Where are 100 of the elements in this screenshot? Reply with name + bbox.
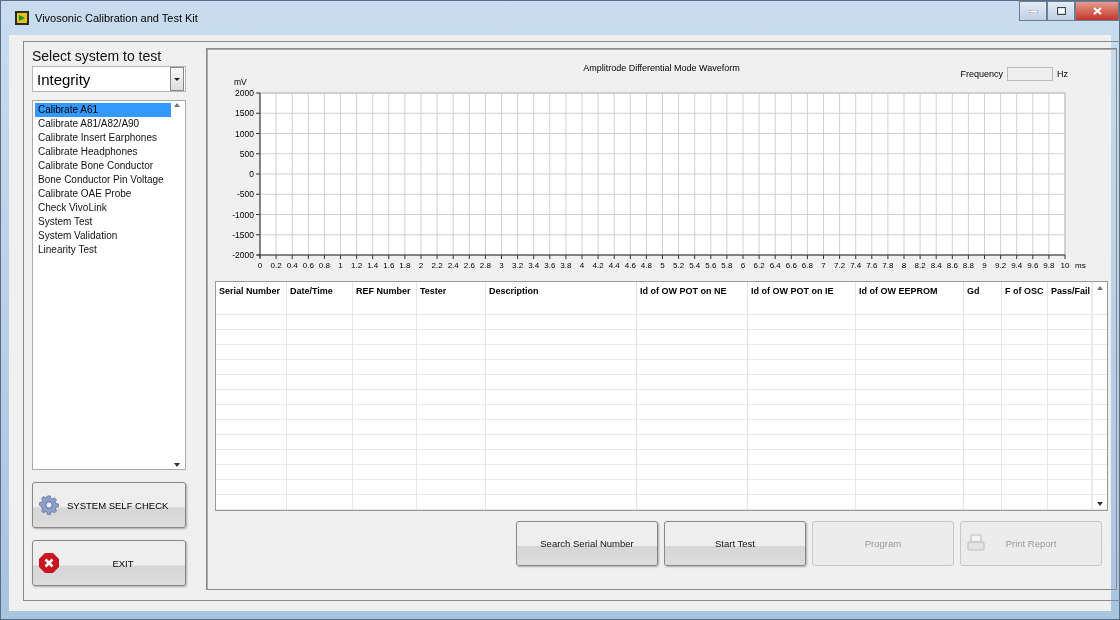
y-axis-label: mV <box>234 77 247 87</box>
column-header: Id of OW EEPROM <box>858 285 939 298</box>
test-list-item[interactable]: Calibrate Bone Conductor <box>35 159 171 173</box>
x-tick-label: 2.6 <box>463 261 475 270</box>
x-tick-label: 4.2 <box>592 261 604 270</box>
scroll-up-icon[interactable] <box>1097 286 1103 290</box>
minimize-icon <box>1028 9 1038 13</box>
x-tick-label: 9.4 <box>1011 261 1023 270</box>
x-tick-label: 0 <box>257 261 263 270</box>
action-button[interactable]: Search Serial Number <box>516 521 658 566</box>
x-tick-label: 1.2 <box>351 261 363 270</box>
x-tick-label: 0.8 <box>318 261 330 270</box>
x-tick-label: 0.2 <box>270 261 282 270</box>
column-header: REF Number <box>355 285 412 298</box>
x-tick-label: 5.8 <box>721 261 733 270</box>
y-tick-label: 500 <box>239 148 254 159</box>
y-tick-label: 1500 <box>235 108 254 119</box>
test-list-item[interactable]: Linearity Test <box>35 243 171 257</box>
window-title: Vivosonic Calibration and Test Kit <box>35 12 199 24</box>
x-tick-label: 0.6 <box>302 261 314 270</box>
x-tick-label: 6 <box>740 261 746 270</box>
x-tick-label: 9.8 <box>1043 261 1055 270</box>
x-tick-label: 4.8 <box>640 261 652 270</box>
app-icon <box>15 11 29 25</box>
gear-icon <box>39 495 59 515</box>
error-icon <box>39 553 59 573</box>
column-header: Id of OW POT on NE <box>639 285 728 298</box>
column-header: Gd <box>966 285 981 298</box>
y-tick-label: -1500 <box>232 229 254 240</box>
test-list-item[interactable]: Bone Conductor Pin Voltage <box>35 173 171 187</box>
column-header: Id of OW POT on IE <box>750 285 835 298</box>
x-tick-label: 2.8 <box>479 261 491 270</box>
x-tick-label: 7.4 <box>850 261 862 270</box>
x-tick-label: 7.6 <box>866 261 878 270</box>
x-tick-label: 3.6 <box>544 261 556 270</box>
x-tick-label: 1.8 <box>399 261 411 270</box>
x-tick-label: 7.8 <box>882 261 894 270</box>
system-dropdown[interactable]: Integrity <box>32 66 186 92</box>
x-tick-label: 5.6 <box>705 261 717 270</box>
column-header: Serial Number <box>218 285 282 298</box>
scroll-up-icon[interactable] <box>174 103 180 107</box>
y-tick-label: -500 <box>237 189 254 200</box>
test-list-item[interactable]: Calibrate OAE Probe <box>35 187 171 201</box>
printer-icon <box>967 534 985 552</box>
x-tick-label: 6.2 <box>753 261 765 270</box>
test-list-item[interactable]: Calibrate Insert Earphones <box>35 131 171 145</box>
test-list-item[interactable]: Calibrate Headphones <box>35 145 171 159</box>
scroll-down-icon[interactable] <box>1097 502 1103 506</box>
x-tick-label: 5.4 <box>689 261 701 270</box>
exit-button[interactable]: EXIT <box>32 540 186 586</box>
x-tick-label: 5.2 <box>673 261 685 270</box>
x-tick-label: 4.4 <box>608 261 620 270</box>
action-button[interactable]: Start Test <box>664 521 806 566</box>
x-tick-label: 8.2 <box>914 261 926 270</box>
close-button[interactable] <box>1075 1 1119 21</box>
x-tick-label: 1.6 <box>383 261 395 270</box>
column-header: Description <box>488 285 540 298</box>
minimize-button[interactable] <box>1019 1 1047 21</box>
column-header: Tester <box>419 285 448 298</box>
close-icon <box>1092 7 1102 15</box>
test-list-item[interactable]: Check VivoLink <box>35 201 171 215</box>
x-tick-label: 2 <box>418 261 424 270</box>
frequency-field[interactable] <box>1007 67 1053 81</box>
y-tick-label: 0 <box>249 169 254 179</box>
test-list-item[interactable]: Calibrate A61 <box>35 103 171 117</box>
column-header: Date/Time <box>289 285 334 298</box>
x-tick-label: 0.4 <box>286 261 298 270</box>
x-tick-label: 9.6 <box>1027 261 1039 270</box>
x-tick-label: 7 <box>821 261 826 270</box>
x-tick-label: 9.2 <box>995 261 1007 270</box>
column-header: F of OSC <box>1004 285 1045 298</box>
y-tick-label: -1000 <box>232 209 254 220</box>
x-tick-label: 6.8 <box>801 261 813 270</box>
x-tick-label: 2.4 <box>447 261 459 270</box>
frequency-unit: Hz <box>1057 69 1068 79</box>
x-tick-label: 8.8 <box>962 261 974 270</box>
x-tick-label: 10 <box>1060 261 1070 270</box>
x-tick-label: 1.4 <box>367 261 379 270</box>
x-tick-label: 5 <box>660 261 665 270</box>
selector-label: Select system to test <box>32 48 163 64</box>
y-tick-label: -2000 <box>232 250 254 260</box>
self-check-button[interactable]: SYSTEM SELF CHECK <box>32 482 186 528</box>
x-tick-label: 8.4 <box>930 261 942 270</box>
maximize-button[interactable] <box>1047 1 1075 21</box>
test-list-item[interactable]: System Test <box>35 215 171 229</box>
x-tick-label: 7.2 <box>834 261 846 270</box>
x-tick-label: 4.6 <box>624 261 636 270</box>
x-tick-label: 8 <box>901 261 907 270</box>
test-list-item[interactable]: Calibrate A81/A82/A90 <box>35 117 171 131</box>
x-tick-label: 3.8 <box>560 261 572 270</box>
x-tick-label: 9 <box>982 261 987 270</box>
x-axis-label: ms <box>1075 261 1086 270</box>
test-list-item[interactable]: System Validation <box>35 229 171 243</box>
scroll-down-icon[interactable] <box>174 463 180 467</box>
x-tick-label: 8.6 <box>946 261 958 270</box>
x-tick-label: 3.4 <box>528 261 540 270</box>
x-tick-label: 6.4 <box>769 261 781 270</box>
x-tick-label: 2.2 <box>431 261 443 270</box>
y-tick-label: 2000 <box>235 88 254 98</box>
column-header: Pass/Fail <box>1050 285 1091 298</box>
